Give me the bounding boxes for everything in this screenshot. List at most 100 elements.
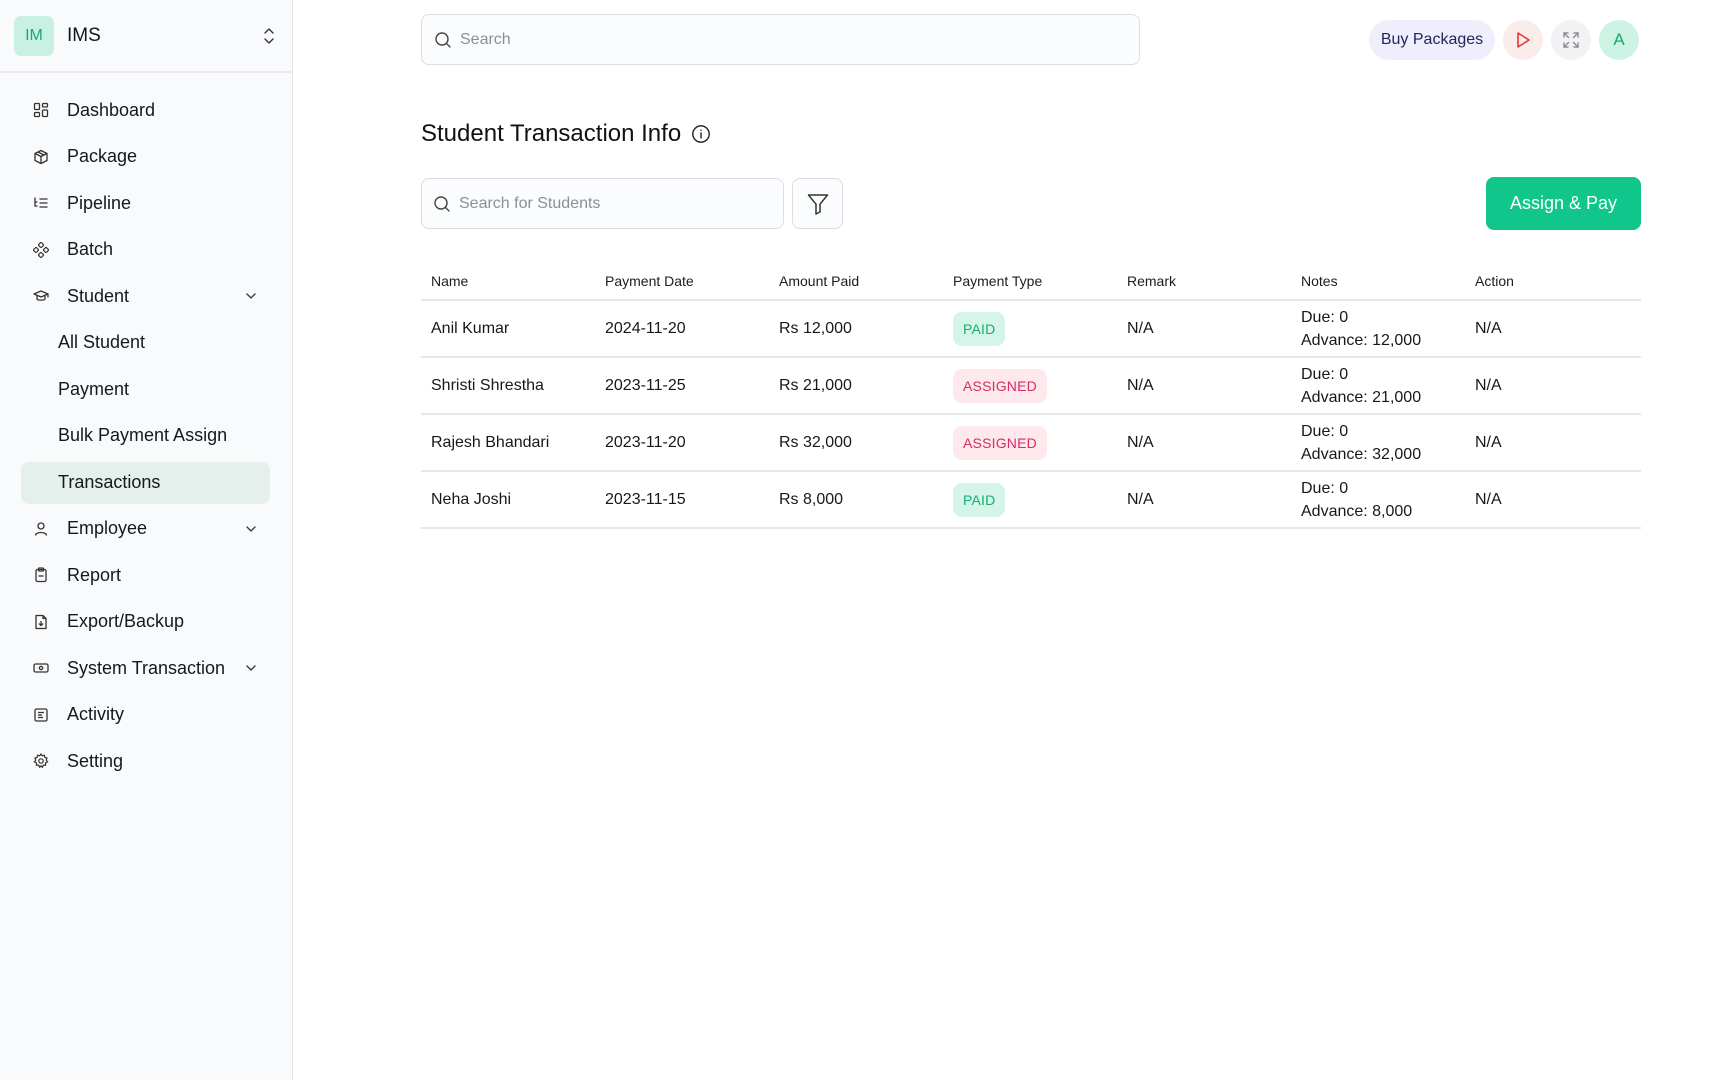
sidebar-item-label: Dashboard [67,99,156,120]
table-row[interactable]: Anil Kumar 2024-11-20 Rs 12,000 PAID N/A… [421,300,1641,358]
status-badge: ASSIGNED [953,368,1047,403]
sidebar-item-label: Employee [67,518,148,539]
cell-payment-type: PAID [943,471,1117,529]
cell-action: N/A [1465,414,1641,472]
sidebar-item-system-transaction[interactable]: System Transaction [0,645,292,692]
clipboard-icon [33,567,49,583]
batch-icon [33,241,49,258]
sidebar-item-employee[interactable]: Employee [0,506,292,553]
sidebar-subitem-bulk-payment-assign[interactable]: Bulk Payment Assign [0,413,292,460]
column-header-payment-type[interactable]: Payment Type [943,262,1117,301]
notes-due: Due: 0 [1301,365,1349,383]
sidebar-item-label: Report [67,564,122,585]
sidebar-item-dashboard[interactable]: Dashboard [0,87,292,134]
pipeline-icon [33,195,49,211]
student-search-input[interactable] [459,194,769,213]
search-icon [434,195,450,212]
cell-action: N/A [1465,357,1641,415]
sidebar-item-batch[interactable]: Batch [0,227,292,274]
sidebar-item-label: Pipeline [67,192,132,213]
sidebar-item-label: Package [67,146,138,167]
notes-advance: Advance: 32,000 [1301,445,1422,463]
student-search[interactable] [421,178,784,229]
sidebar-subitem-all-student[interactable]: All Student [0,320,292,367]
sidebar-item-label: Activity [67,704,125,725]
tutorial-play-button[interactable] [1503,20,1543,60]
sidebar-subitem-transactions[interactable]: Transactions [0,459,292,506]
search-icon [435,31,451,48]
package-icon [33,149,49,165]
chevron-down-icon[interactable] [245,290,257,302]
sidebar-subitem-label: All Student [58,332,146,353]
sidebar-item-package[interactable]: Package [0,134,292,181]
info-icon[interactable] [691,124,711,144]
filter-button[interactable] [792,178,843,229]
table-row[interactable]: Neha Joshi 2023-11-15 Rs 8,000 PAID N/A … [421,471,1641,529]
workspace-switcher[interactable]: IM IMS [0,0,292,73]
cell-remark: N/A [1117,300,1291,358]
table-row[interactable]: Rajesh Bhandari 2023-11-20 Rs 32,000 ASS… [421,414,1641,472]
sidebar-item-label: System Transaction [67,657,226,678]
cell-name: Anil Kumar [421,300,595,358]
sidebar-subitem-label: Transactions [58,471,161,492]
sidebar-item-export-backup[interactable]: Export/Backup [0,599,292,646]
chevron-up-down-icon[interactable] [262,26,276,46]
user-icon [33,521,49,537]
banknote-icon [33,660,49,676]
cell-amount-paid: Rs 12,000 [769,300,943,358]
column-header-action[interactable]: Action [1465,262,1641,301]
column-header-name[interactable]: Name [421,262,595,301]
cell-payment-type: ASSIGNED [943,357,1117,415]
sidebar-item-setting[interactable]: Setting [0,738,292,785]
sidebar-item-label: Setting [67,750,124,771]
chevron-down-icon[interactable] [245,523,257,535]
sidebar-item-label: Export/Backup [67,611,185,632]
buy-packages-button[interactable]: Buy Packages [1369,20,1495,60]
cell-notes: Due: 0 Advance: 21,000 [1291,357,1465,415]
notes-due: Due: 0 [1301,479,1349,497]
sidebar-item-student[interactable]: Student [0,273,292,320]
chevron-down-icon[interactable] [245,662,257,674]
gear-icon [33,753,49,769]
assign-and-pay-button[interactable]: Assign & Pay [1486,177,1641,230]
cell-action: N/A [1465,300,1641,358]
cell-payment-date: 2023-11-15 [595,471,769,529]
sidebar-item-pipeline[interactable]: Pipeline [0,180,292,227]
cell-remark: N/A [1117,414,1291,472]
brand-name: IMS [67,24,101,46]
cell-notes: Due: 0 Advance: 12,000 [1291,300,1465,358]
table-header-row: Name Payment Date Amount Paid Payment Ty… [421,262,1641,301]
cell-name: Rajesh Bhandari [421,414,595,472]
column-header-notes[interactable]: Notes [1291,262,1465,301]
global-search[interactable] [421,14,1140,65]
notes-advance: Advance: 12,000 [1301,331,1422,349]
avatar-initial: A [1613,30,1625,49]
page-title-text: Student Transaction Info [421,120,682,147]
sidebar-item-activity[interactable]: Activity [0,692,292,739]
column-header-amount-paid[interactable]: Amount Paid [769,262,943,301]
transactions-table: Name Payment Date Amount Paid Payment Ty… [421,262,1641,529]
column-header-remark[interactable]: Remark [1117,262,1291,301]
status-badge: ASSIGNED [953,425,1047,460]
fullscreen-button[interactable] [1551,20,1591,60]
global-search-input[interactable] [460,30,1100,49]
cell-payment-date: 2023-11-25 [595,357,769,415]
sidebar-item-report[interactable]: Report [0,552,292,599]
notes-advance: Advance: 21,000 [1301,388,1422,406]
status-badge: PAID [953,311,1006,346]
sidebar-subitem-payment[interactable]: Payment [0,366,292,413]
brand-logo: IM [14,15,54,56]
sidebar: IM IMS Dashboard Package Pipeline Batch … [0,0,293,1080]
sidebar-item-label: Batch [67,239,114,260]
notes-due: Due: 0 [1301,422,1349,440]
filter-icon [807,193,828,215]
user-avatar[interactable]: A [1599,20,1639,60]
status-badge: PAID [953,482,1006,517]
column-header-payment-date[interactable]: Payment Date [595,262,769,301]
table-row[interactable]: Shristi Shrestha 2023-11-25 Rs 21,000 AS… [421,357,1641,415]
cell-amount-paid: Rs 21,000 [769,357,943,415]
notes-due: Due: 0 [1301,308,1349,326]
expand-icon [1563,32,1579,48]
cell-action: N/A [1465,471,1641,529]
file-download-icon [33,614,49,630]
